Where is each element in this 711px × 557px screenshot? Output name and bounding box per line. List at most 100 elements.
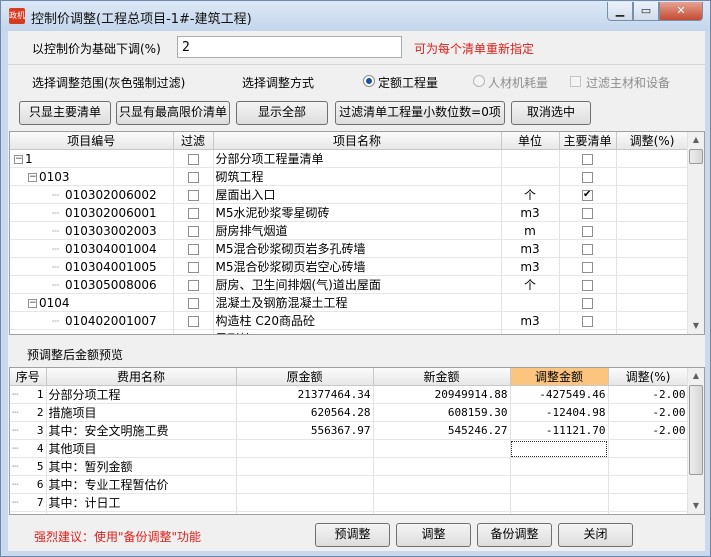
preview-scroll-down-icon[interactable]: ▼ [688,498,704,514]
preview-col-diff[interactable]: 调整金额 [510,368,609,386]
list-cell-name[interactable]: 构造柱 C20商品砼 [213,311,502,330]
list-cell-filter[interactable] [173,149,214,168]
preview-row[interactable]: ┄ 2 措施项目 620564.28 608159.30 -12404.98 -2.00 [10,403,689,422]
preview-row[interactable]: ┄ 7 其中：计日工 [10,493,689,512]
filter-checkbox[interactable] [187,171,199,183]
list-cell-main[interactable] [559,221,617,240]
list-cell-filter[interactable] [173,293,214,312]
preview-col-orig[interactable]: 原金额 [236,368,374,386]
list-cell-main[interactable] [559,203,617,222]
list-cell-unit[interactable]: m [501,221,560,240]
preview-cell-new[interactable] [373,475,511,494]
main-checkbox[interactable] [582,297,593,309]
maximize-button[interactable]: ▭ [633,2,659,21]
filter-checkbox[interactable] [187,333,199,334]
preview-cell-diff[interactable] [510,475,609,494]
list-row[interactable]: −1 分部分项工程量清单 [10,149,689,168]
list-cell-name[interactable]: M5混合砂浆砌页岩空心砖墙 [213,257,502,276]
main-checkbox[interactable] [582,261,593,273]
preview-button[interactable]: 预调整 [315,523,390,547]
list-cell-adjust[interactable] [616,293,689,312]
list-cell-code[interactable]: −1 [10,149,174,168]
list-cell-unit[interactable]: m3 [501,311,560,330]
list-row[interactable]: ┄ 010302006001 M5水泥砂浆零星砌砖 m3 [10,203,689,222]
preview-scroll-thumb[interactable] [689,385,703,475]
cancel-select-button[interactable]: 取消选中 [511,101,591,125]
list-cell-unit[interactable]: 个 [501,185,560,204]
list-cell-code[interactable]: ┄ 010304001005 [10,257,174,276]
preview-cell-name[interactable]: 分部分项工程 [46,385,237,404]
list-cell-code[interactable]: ┄ 010302006001 [10,203,174,222]
list-row[interactable]: ┄ 010305008006 厨房、卫生间排烟(气)道出屋面个 [10,275,689,294]
main-checkbox[interactable] [582,315,593,327]
preview-cell-diff[interactable]: -12404.98 [510,403,609,422]
filter-decimal-button[interactable]: 过滤清单工程量小数位数=0项 [335,101,505,125]
list-cell-code[interactable]: ┄ 010302006002 [10,185,174,204]
list-cell-adjust[interactable] [616,167,689,186]
preview-cell-new[interactable] [373,439,511,458]
list-cell-code[interactable]: ┄010402002008 [10,329,174,334]
filter-checkbox[interactable] [187,297,199,309]
preview-cell-orig[interactable] [236,475,374,494]
preview-col-no[interactable]: 序号 [10,368,47,386]
main-checkbox[interactable] [582,153,593,165]
list-cell-adjust[interactable] [616,239,689,258]
preview-cell-pct[interactable] [608,511,689,514]
preview-cell-name[interactable]: 其中：计日工 [46,493,237,512]
preview-row[interactable]: ┄ 3 其中：安全文明施工费 556367.97 545246.27 -11121.70-… [10,421,689,440]
preview-col-pct[interactable]: 调整(%) [608,368,689,386]
filter-checkbox[interactable] [187,189,199,201]
main-checkbox[interactable] [582,207,593,219]
tree-collapse-icon[interactable]: − [14,154,23,164]
list-cell-main[interactable] [559,239,617,258]
list-cell-adjust[interactable] [616,149,689,168]
list-cell-main[interactable] [559,311,617,330]
preview-cell-diff[interactable]: -11121.70 [510,421,609,440]
list-cell-code[interactable]: ┄ 010402001007 [10,311,174,330]
scroll-thumb[interactable] [689,149,703,164]
list-row[interactable]: ┄ 010304001005 M5混合砂浆砌页岩空心砖墙 m3 [10,257,689,276]
main-checkbox[interactable] [582,188,593,202]
labor-radio-label[interactable]: 人材机耗量 [488,74,548,91]
max-limit-only-button[interactable]: 只显有最高限价清单 [116,101,230,125]
list-cell-name[interactable]: 厨房、卫生间排烟(气)道出屋面 [213,275,502,294]
list-row[interactable]: ┄010402002008 异形柱m3 [10,329,689,334]
list-cell-main[interactable] [559,257,617,276]
list-cell-unit[interactable] [501,293,560,312]
preview-cell-pct[interactable]: -2.00 [608,421,689,440]
list-cell-unit[interactable] [501,149,560,168]
list-row[interactable]: ┄ 010303002003 厨房排气烟道 m [10,221,689,240]
filter-checkbox[interactable] [187,261,199,273]
close-window-button[interactable]: ✕ [659,2,703,21]
list-cell-adjust[interactable] [616,275,689,294]
list-cell-main[interactable] [559,293,617,312]
list-cell-filter[interactable] [173,203,214,222]
list-cell-name[interactable]: 混凝土及钢筋混凝土工程 [213,293,502,312]
list-row[interactable]: −0104 混凝土及钢筋混凝土工程 [10,293,689,312]
preview-cell-pct[interactable] [608,457,689,476]
adjust-button[interactable]: 调整 [396,523,471,547]
preview-cell-new[interactable]: 608159.30 [373,403,511,422]
preview-cell-new[interactable]: 545246.27 [373,421,511,440]
col-header-name[interactable]: 项目名称 [213,132,502,150]
list-cell-unit[interactable]: m3 [501,203,560,222]
list-cell-filter[interactable] [173,167,214,186]
list-cell-filter[interactable] [173,257,214,276]
list-cell-unit[interactable] [501,167,560,186]
list-vertical-scrollbar[interactable]: ▲ ▼ [687,132,704,334]
preview-row[interactable]: ┄ 1 分部分项工程 21377464.34 20949914.88 -427549.46… [10,385,689,404]
preview-cell-new[interactable] [373,457,511,476]
preview-cell-name[interactable]: 其他项目 [46,439,237,458]
list-row[interactable]: ┄ 010304001004 M5混合砂浆砌页岩多孔砖墙 m3 [10,239,689,258]
preview-cell-diff[interactable] [510,493,609,512]
preview-cell-name[interactable]: 其中：安全文明施工费 [46,421,237,440]
list-cell-code[interactable]: −0103 [10,167,174,186]
preview-cell-orig[interactable]: 21377464.34 [236,385,374,404]
preview-cell-new[interactable] [373,493,511,512]
preview-row[interactable]: ┄8其中：总承包服务费 [10,511,689,514]
preview-cell-orig[interactable] [236,511,374,514]
preview-cell-diff[interactable] [510,457,609,476]
col-header-adjust[interactable]: 调整(%) [616,132,689,150]
filter-material-label[interactable]: 过滤主材和设备 [586,74,670,91]
preview-cell-orig[interactable]: 620564.28 [236,403,374,422]
